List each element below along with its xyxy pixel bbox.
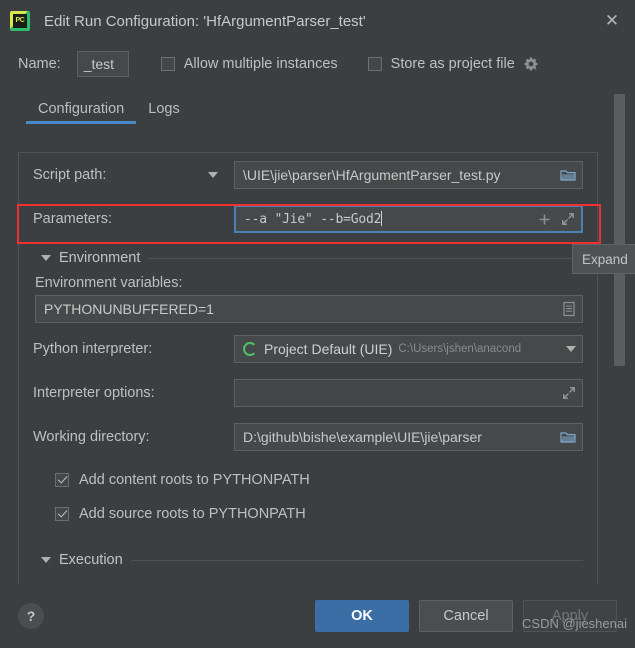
checkbox-box: [160, 57, 175, 71]
triangle-down-icon: [41, 255, 51, 261]
script-path-label: Script path:: [33, 167, 107, 183]
expand-icon[interactable]: [561, 212, 575, 226]
vertical-scrollbar[interactable]: [614, 92, 625, 584]
window-title: Edit Run Configuration: 'HfArgumentParse…: [44, 12, 366, 30]
close-icon[interactable]: ✕: [597, 6, 627, 36]
section-divider: [148, 257, 583, 259]
plus-icon[interactable]: [538, 213, 551, 226]
configuration-panel: Script path: \UIE\jie\parser\HfArgumentP…: [18, 152, 598, 584]
execution-section-header[interactable]: Execution: [19, 543, 597, 577]
allow-multiple-instances-label: Allow multiple instances: [183, 56, 338, 72]
script-path-dropdown[interactable]: [208, 172, 234, 178]
working-directory-value: D:\github\bishe\example\UIE\jie\parser: [243, 429, 482, 445]
environment-variables-value: PYTHONUNBUFFERED=1: [44, 301, 214, 317]
python-interpreter-label: Python interpreter:: [33, 341, 153, 357]
add-content-roots-checkbox[interactable]: Add content roots to PYTHONPATH: [19, 465, 597, 495]
interpreter-options-label: Interpreter options:: [33, 385, 155, 401]
environment-section-header[interactable]: Environment: [19, 241, 597, 275]
add-source-roots-checkbox[interactable]: Add source roots to PYTHONPATH: [19, 499, 597, 529]
parameters-label: Parameters:: [33, 211, 112, 227]
python-interpreter-select[interactable]: Project Default (UIE) C:\Users\jshen\ana…: [234, 335, 583, 363]
dialog-footer: ? OK Cancel Apply: [0, 584, 635, 648]
store-as-project-file-checkbox[interactable]: Store as project file: [367, 56, 515, 72]
add-source-roots-label: Add source roots to PYTHONPATH: [79, 506, 306, 522]
parameters-value: --a "Jie" --b=God2: [244, 212, 382, 227]
script-path-input[interactable]: \UIE\jie\parser\HfArgumentParser_test.py: [234, 161, 583, 189]
environment-section-title: Environment: [59, 250, 141, 266]
python-interpreter-value: Project Default (UIE): [264, 341, 393, 357]
tab-configuration[interactable]: Configuration: [26, 101, 137, 124]
title-bar: Edit Run Configuration: 'HfArgumentParse…: [0, 0, 635, 42]
list-edit-icon[interactable]: [562, 301, 576, 317]
scrollbar-thumb[interactable]: [614, 94, 625, 366]
checkbox-box: [367, 57, 382, 71]
cancel-button[interactable]: Cancel: [419, 600, 513, 632]
chevron-down-icon[interactable]: [566, 346, 576, 352]
name-label: Name:: [18, 56, 61, 72]
section-divider: [130, 559, 583, 561]
pycharm-icon: [10, 11, 30, 31]
triangle-down-icon: [41, 557, 51, 563]
parameters-row: Parameters: --a "Jie" --b=God2: [19, 197, 597, 241]
text-cursor: [381, 211, 383, 226]
script-path-row: Script path: \UIE\jie\parser\HfArgumentP…: [19, 153, 597, 197]
folder-icon[interactable]: [560, 168, 576, 182]
expand-icon[interactable]: [562, 386, 576, 400]
name-row: Name: _test Allow multiple instances Sto…: [0, 42, 635, 86]
working-directory-input[interactable]: D:\github\bishe\example\UIE\jie\parser: [234, 423, 583, 451]
apply-button: Apply: [523, 600, 617, 632]
environment-variables-label: Environment variables:: [35, 275, 183, 291]
folder-icon[interactable]: [560, 430, 576, 444]
script-path-value: \UIE\jie\parser\HfArgumentParser_test.py: [243, 167, 501, 183]
execution-section-title: Execution: [59, 552, 123, 568]
environment-variables-input[interactable]: PYTHONUNBUFFERED=1: [35, 295, 583, 323]
python-interpreter-row: Python interpreter: Project Default (UIE…: [19, 327, 597, 371]
store-as-project-file-label: Store as project file: [390, 56, 515, 72]
ok-button[interactable]: OK: [315, 600, 409, 632]
allow-multiple-instances-checkbox[interactable]: Allow multiple instances: [160, 56, 338, 72]
checkbox-box: [55, 507, 69, 521]
add-content-roots-label: Add content roots to PYTHONPATH: [79, 472, 310, 488]
dialog-buttons: OK Cancel Apply: [315, 600, 617, 632]
tab-logs[interactable]: Logs: [136, 101, 191, 124]
parameters-input[interactable]: --a "Jie" --b=God2: [234, 205, 583, 233]
help-button[interactable]: ?: [18, 603, 44, 629]
gear-icon[interactable]: [523, 56, 539, 72]
python-env-icon: [243, 342, 257, 356]
interpreter-options-row: Interpreter options:: [19, 371, 597, 415]
tab-bar: Configuration Logs: [0, 86, 635, 124]
working-directory-row: Working directory: D:\github\bishe\examp…: [19, 415, 597, 459]
chevron-down-icon: [208, 172, 218, 178]
checkbox-box: [55, 473, 69, 487]
interpreter-options-input[interactable]: [234, 379, 583, 407]
working-directory-label: Working directory:: [33, 429, 150, 445]
name-input[interactable]: _test: [76, 51, 129, 77]
expand-tooltip: Expand: [572, 244, 635, 274]
python-interpreter-path-hint: C:\Users\jshen\anacond: [398, 343, 522, 355]
